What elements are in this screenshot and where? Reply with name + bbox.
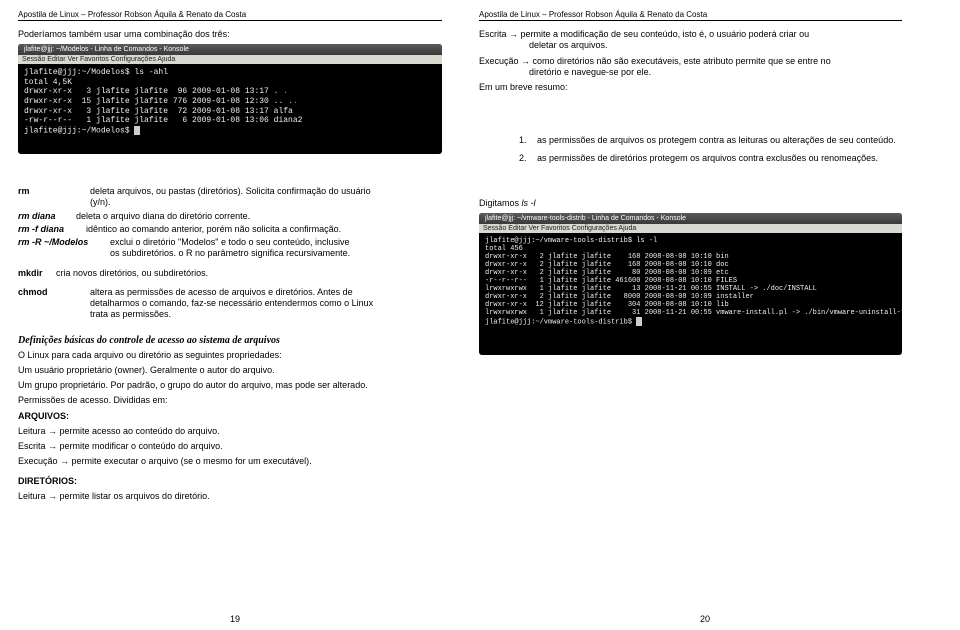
page-right: Apostila de Linux – Professor Robson Áqu… [460, 0, 920, 363]
dir-leitura: Leitura → permite listar os arquivos do … [18, 491, 442, 502]
def-line-1: O Linux para cada arquivo ou diretório a… [18, 350, 442, 361]
cmd-rm-label: rm [18, 186, 90, 209]
digitamos: Digitamos ls -l [479, 198, 902, 209]
cmd-rm-diana: rm diana deleta o arquivo diana do diret… [18, 211, 442, 222]
arq-exec: Execução → permite executar o arquivo (s… [18, 456, 442, 467]
terminal-ls-l: jlafite@jjj: ~/vmware-tools-distrib - Li… [479, 213, 902, 355]
header-right: Apostila de Linux – Professor Robson Áqu… [479, 10, 902, 21]
page-number-left: 19 [230, 614, 240, 624]
terminal2-menu: Sessão Editar Ver Favoritos Configuraçõe… [479, 224, 902, 233]
right-escrita: Escrita → permite a modificação de seu c… [479, 29, 902, 52]
list-item-2: 2. as permissões de diretórios protegem … [519, 153, 902, 164]
page-number-right: 20 [700, 614, 710, 624]
right-resumo: Em um breve resumo: [479, 82, 902, 93]
label-arquivos: ARQUIVOS: [18, 411, 442, 422]
cmd-mkdir: mkdir cria novos diretórios, ou subdiret… [18, 268, 442, 279]
para-combo: Poderíamos também usar uma combinação do… [18, 29, 442, 40]
terminal2-title: jlafite@jjj: ~/vmware-tools-distrib - Li… [479, 213, 902, 224]
def-line-3: Um grupo proprietário. Por padrão, o gru… [18, 380, 442, 391]
cmd-rm-f: rm -f diana idêntico ao comando anterior… [18, 224, 442, 235]
cmd-rm-R: rm -R ~/Modelos exclui o diretório "Mode… [18, 237, 442, 260]
list-item-1: 1. as permissões de arquivos os protegem… [519, 135, 902, 146]
def-line-4: Permissões de acesso. Divididas em: [18, 395, 442, 406]
terminal-ls-ahl: jlafite@jjj: ~/Modelos - Linha de Comand… [18, 44, 442, 154]
right-execucao: Execução → como diretórios não são execu… [479, 56, 902, 79]
header-left: Apostila de Linux – Professor Robson Áqu… [18, 10, 442, 21]
terminal-body: jlafite@jjj:~/Modelos$ ls -ahl total 4,5… [18, 64, 442, 154]
section-title-definitions: Definições básicas do controle de acesso… [18, 335, 442, 346]
cmd-chmod: chmod altera as permissões de acesso de … [18, 287, 442, 321]
arq-leitura: Leitura → permite acesso ao conteúdo do … [18, 426, 442, 437]
terminal-title: jlafite@jjj: ~/Modelos - Linha de Comand… [18, 44, 442, 55]
cmd-rm: rm deleta arquivos, ou pastas (diretório… [18, 186, 442, 209]
page-left: Apostila de Linux – Professor Robson Áqu… [0, 0, 460, 506]
terminal2-body: jlafite@jjj:~/vmware-tools-distrib$ ls -… [479, 233, 902, 355]
label-diretorios: DIRETÓRIOS: [18, 476, 442, 487]
terminal-menu: Sessão Editar Ver Favoritos Configuraçõe… [18, 55, 442, 64]
arq-escrita: Escrita → permite modificar o conteúdo d… [18, 441, 442, 452]
def-line-2: Um usuário proprietário (owner). Geralme… [18, 365, 442, 376]
